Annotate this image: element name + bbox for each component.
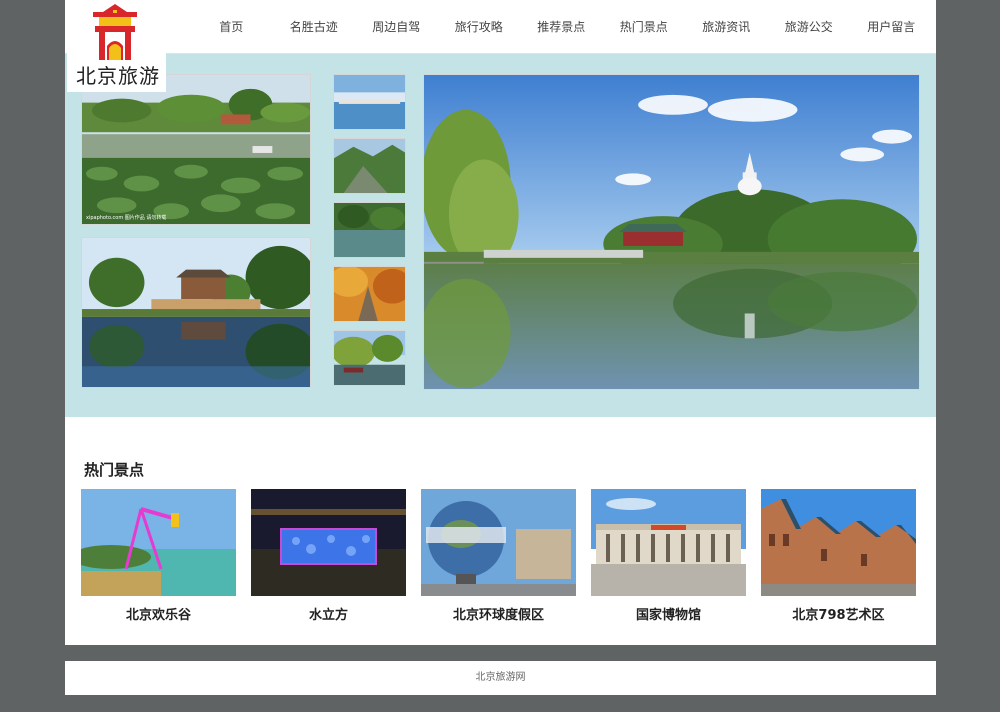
hot-spot-name: 北京环球度假区	[452, 608, 544, 623]
hot-spots-title: 热门景点	[84, 461, 145, 479]
nav-item-bus[interactable]: 旅游公交	[768, 0, 851, 54]
nav-item-historic-sites[interactable]: 名胜古迹	[273, 0, 356, 54]
hot-spot-card[interactable]: 国家博物馆	[591, 489, 746, 629]
pavilion-reflection-photo[interactable]	[81, 237, 311, 388]
798-art-district-image	[761, 489, 916, 596]
hot-spot-name: 北京798艺术区	[792, 608, 885, 623]
lotus-lake-photo[interactable]: xipaphoto.com 图片作品 请勿转载	[81, 74, 311, 225]
main-nav: 首页 名胜古迹 周边自驾 旅行攻略 推荐景点 热门景点 旅游资讯 旅游公交 用户…	[190, 0, 933, 54]
nav-item-messages[interactable]: 用户留言	[850, 0, 933, 54]
water-cube-image	[251, 489, 406, 596]
beihai-white-pagoda-photo[interactable]	[423, 74, 920, 390]
nav-item-road-trips[interactable]: 周边自驾	[355, 0, 438, 54]
site-header: 首页 名胜古迹 周边自驾 旅行攻略 推荐景点 热门景点 旅游资讯 旅游公交 用户…	[65, 0, 936, 54]
hot-spot-card[interactable]: 水立方	[251, 489, 406, 629]
site-footer: 北京旅游网	[65, 661, 936, 695]
page-container: 首页 名胜古迹 周边自驾 旅行攻略 推荐景点 热门景点 旅游资讯 旅游公交 用户…	[65, 0, 936, 645]
nav-item-news[interactable]: 旅游资讯	[685, 0, 768, 54]
banner-gallery: xipaphoto.com 图片作品 请勿转载	[65, 54, 936, 417]
hot-spot-name: 水立方	[308, 608, 348, 623]
thumbnail-lake[interactable]	[333, 202, 406, 258]
hot-spot-card[interactable]: 北京欢乐谷	[81, 489, 236, 629]
hot-spot-card[interactable]: 北京环球度假区	[421, 489, 576, 629]
happy-valley-image	[81, 489, 236, 596]
thumbnail-bridge[interactable]	[333, 74, 406, 130]
universal-resort-image	[421, 489, 576, 596]
footer-text: 北京旅游网	[475, 672, 526, 683]
hot-spot-card[interactable]: 北京798艺术区	[761, 489, 916, 629]
hot-spot-name: 北京欢乐谷	[125, 608, 191, 623]
nav-item-popular[interactable]: 热门景点	[603, 0, 686, 54]
thumbnail-willow-river[interactable]	[333, 330, 406, 386]
photo-credit: xipaphoto.com 图片作品 请勿转载	[86, 215, 167, 221]
nav-item-travel-guides[interactable]: 旅行攻略	[438, 0, 521, 54]
thumbnail-autumn-path[interactable]	[333, 266, 406, 322]
pagoda-logo-icon	[93, 4, 137, 60]
logo-text: 北京旅游	[76, 64, 160, 88]
site-logo[interactable]: 北京旅游	[67, 0, 166, 92]
national-museum-image	[591, 489, 746, 596]
hot-spots-list: 北京欢乐谷 水立方 北京环球度假区 国家博物馆 北京798艺术区	[81, 489, 921, 629]
hot-spot-name: 国家博物馆	[635, 608, 701, 623]
nav-item-home[interactable]: 首页	[190, 0, 273, 54]
thumbnail-mountain-view[interactable]	[333, 138, 406, 194]
nav-item-recommended[interactable]: 推荐景点	[520, 0, 603, 54]
